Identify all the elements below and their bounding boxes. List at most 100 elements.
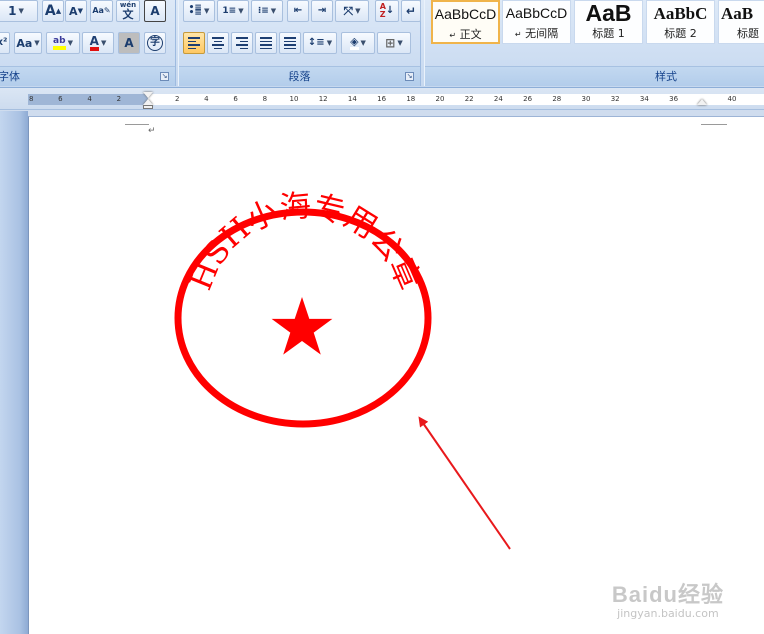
decrease-indent-button[interactable]: ⇤ [287, 0, 309, 22]
enclose-char-button[interactable]: 字 [144, 32, 166, 54]
horizontal-ruler[interactable]: 8 6 4 2 2 4 6 8 10 12 14 16 18 20 22 24 26 28 30 32 34 36 40 [0, 88, 764, 110]
style-sample: AaB [721, 4, 754, 23]
grow-font-button[interactable]: A ▲ [42, 0, 64, 22]
style-tile-heading-2[interactable]: AaBbC 标题 2 [646, 0, 715, 44]
highlight-button[interactable]: ab ▼ [46, 32, 80, 54]
ruler-label: 12 [318, 95, 328, 103]
styles-group: AaBbCcD ↵ 正文 AaBbCcD ↵ 无间隔 AaB 标题 1 AaBb… [424, 0, 764, 86]
style-tile-no-spacing[interactable]: AaBbCcD ↵ 无间隔 [502, 0, 571, 44]
superscript-button[interactable]: x² [0, 32, 10, 54]
align-right-icon [236, 37, 248, 49]
style-sample: AaBbCcD [505, 5, 568, 21]
font-size-box[interactable]: 1 ▼ [0, 0, 38, 22]
style-name: 标题 2 [664, 27, 697, 40]
style-tile-title[interactable]: AaB 标题 [718, 0, 764, 44]
chevron-down-icon: ▼ [270, 6, 277, 15]
ruler-label: 16 [377, 95, 387, 103]
align-center-icon [212, 37, 224, 49]
ruler-label: 4 [87, 95, 92, 103]
align-right-button[interactable] [231, 32, 253, 54]
outdent-icon: ⇤ [293, 5, 303, 16]
chinese-layout-icon: ⤧ [343, 4, 354, 18]
numbering-button[interactable]: 1≡ ▼ [217, 0, 249, 22]
style-sample: AaBbC [653, 4, 708, 23]
document-page[interactable] [28, 116, 764, 634]
clear-format-button[interactable]: Aa ▼ [14, 32, 42, 54]
style-name: 标题 1 [592, 27, 625, 40]
ruler-label: 40 [727, 95, 737, 103]
paragraph-group: •≡ •≡ ▼ 1≡ ▼ ⁝≡ ▼ ⇤ ⇥ ⤧ ▼ A Z ↓ ↵ ↕≡ ▼ ◈… [178, 0, 421, 86]
ruler-label: 30 [581, 95, 591, 103]
ruler-label: 18 [406, 95, 416, 103]
crop-mark-top-left [125, 119, 149, 125]
style-name: 无间隔 [525, 27, 559, 40]
multilevel-list-button[interactable]: ⁝≡ ▼ [251, 0, 283, 22]
first-line-indent-marker-icon[interactable] [143, 92, 153, 98]
font-size-value: 1 [8, 4, 17, 18]
ruler-label: 2 [174, 95, 180, 103]
ruler-label: 8 [28, 95, 34, 103]
ruler-label: 36 [669, 95, 679, 103]
chevron-down-icon: ▼ [203, 6, 210, 15]
line-spacing-button[interactable]: ↕≡ ▼ [303, 32, 337, 54]
font-group: 1 ▼ A▲ A▼ Aa✎ wén 文 A x² Aa ▼ ab ▼ A [0, 0, 176, 86]
change-case-button[interactable]: Aa✎ [90, 0, 113, 22]
clear-format-label: Aa [16, 36, 33, 50]
increase-indent-button[interactable]: ⇥ [311, 0, 333, 22]
right-indent-marker-icon[interactable] [697, 99, 707, 105]
distributed-button[interactable] [279, 32, 301, 54]
paragraph-dialog-launcher-icon[interactable]: ↘ [405, 72, 414, 81]
ruler-label: 8 [262, 95, 268, 103]
font-color-button[interactable]: A ▼ [82, 32, 114, 54]
style-tile-normal[interactable]: AaBbCcD ↵ 正文 [431, 0, 500, 44]
font-group-caption: 字体 [0, 66, 175, 86]
left-indent-marker-icon[interactable] [143, 105, 153, 109]
multilevel-list-icon: ⁝≡ [257, 5, 269, 16]
shading-button[interactable]: ◈ ▼ [341, 32, 375, 54]
distributed-icon [284, 37, 296, 49]
paragraph-mark: ↵ [514, 30, 522, 39]
char-border-label: A [150, 4, 160, 18]
chevron-down-icon: ▼ [67, 38, 73, 47]
ruler-label: 6 [233, 95, 238, 103]
ruler-label: 26 [523, 95, 533, 103]
chevron-down-icon: ▼ [355, 6, 361, 15]
style-sample: AaBbCcD [434, 6, 497, 22]
chevron-down-icon: ▼ [238, 6, 244, 15]
align-center-button[interactable] [207, 32, 229, 54]
sort-button[interactable]: A Z ↓ [375, 0, 399, 22]
ruler-label: 4 [204, 95, 209, 103]
ruler-label: 2 [116, 95, 122, 103]
style-name: 标题 [737, 27, 759, 40]
style-tile-heading-1[interactable]: AaB 标题 1 [574, 0, 643, 44]
line-spacing-icon: ↕≡ [307, 37, 325, 48]
paragraph-mark: ↵ [148, 126, 156, 136]
borders-button[interactable]: ⊞ ▼ [377, 32, 411, 54]
style-name-row: ↵ 无间隔 [503, 26, 570, 43]
paragraph-mark-icon: ↵ [405, 4, 417, 18]
styles-group-caption: 样式 [425, 66, 764, 86]
indent-icon: ⇥ [317, 5, 327, 16]
justify-button[interactable] [255, 32, 277, 54]
ruler-label: 22 [464, 95, 474, 103]
char-border-button[interactable]: A [144, 0, 166, 22]
char-shading-label: A [124, 36, 134, 50]
justify-icon [260, 37, 272, 49]
phonetic-char: 文 [122, 8, 134, 21]
font-dialog-launcher-icon[interactable]: ↘ [160, 72, 169, 81]
chinese-layout-button[interactable]: ⤧ ▼ [335, 0, 369, 22]
align-left-button[interactable] [183, 32, 205, 54]
align-left-icon [188, 37, 200, 49]
chevron-down-icon: ▼ [100, 38, 107, 47]
shrink-font-label: A [69, 4, 78, 18]
paragraph-group-caption: 段落 [179, 66, 420, 86]
char-shading-button[interactable]: A [118, 32, 140, 54]
font-color-label: A [89, 35, 99, 51]
phonetic-guide-button[interactable]: wén 文 [116, 0, 140, 22]
enclose-char-icon: 字 [147, 35, 163, 51]
highlighter-icon: ab [53, 36, 66, 50]
ribbon: 1 ▼ A▲ A▼ Aa✎ wén 文 A x² Aa ▼ ab ▼ A [0, 0, 764, 88]
show-marks-button[interactable]: ↵ [401, 0, 421, 22]
bullets-button[interactable]: •≡ •≡ ▼ [183, 0, 215, 22]
shrink-font-button[interactable]: A ▼ [65, 0, 87, 22]
